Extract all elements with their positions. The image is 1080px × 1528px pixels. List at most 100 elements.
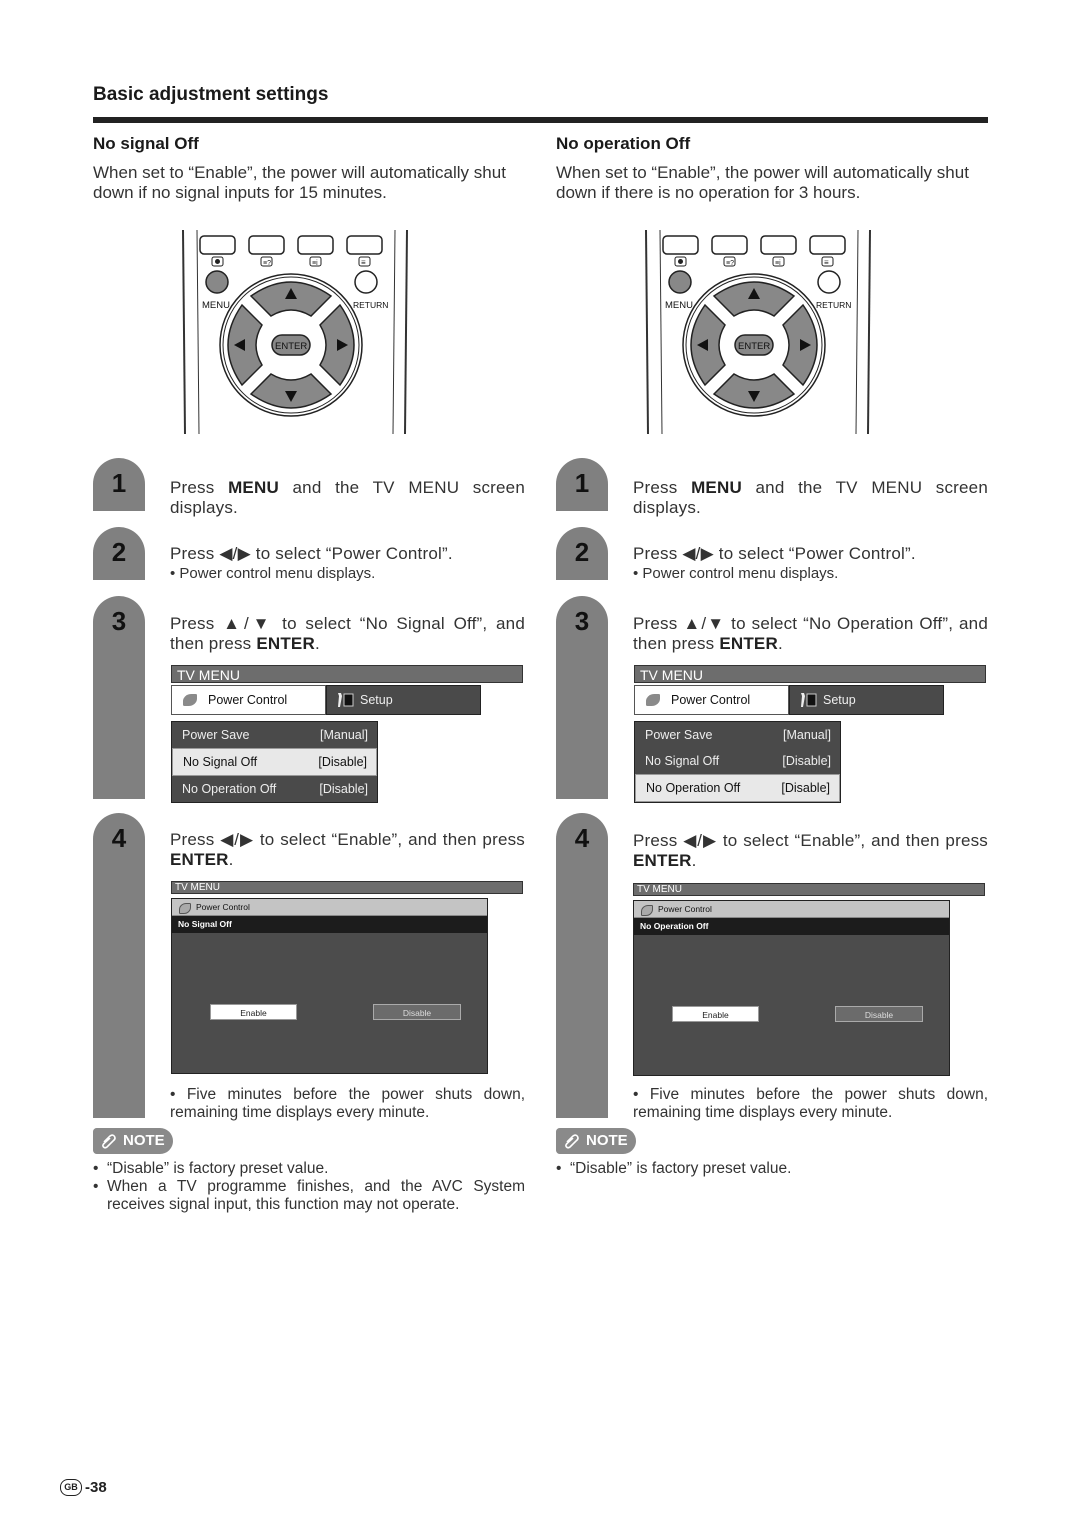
step-3-text: Press ▲/▼ to select “No Signal Off”, and… (170, 614, 525, 653)
tab-label: Power Control (671, 693, 751, 707)
color-button-3[interactable] (297, 235, 334, 255)
step-number: 2 (111, 537, 127, 567)
enable-disable-dialog: Power Control No Signal Off Enable Disab… (171, 898, 488, 1074)
step-1-text: Press MENU and the TV MENU screen displa… (633, 478, 988, 517)
return-button[interactable] (817, 270, 841, 294)
remote-control-illustration: ≡? ≡i ≡ MENU RETURN ENTER (182, 229, 408, 435)
menu-item-no-signal-off[interactable]: No Signal Off [Disable] (635, 748, 840, 774)
region-badge: GB (60, 1479, 82, 1496)
paperclip-icon (565, 1134, 579, 1149)
teletext-info-icon: ≡i (309, 256, 322, 267)
intro-text: When set to “Enable”, the power will aut… (93, 163, 506, 202)
menu-button[interactable] (668, 270, 692, 294)
color-button-4[interactable] (809, 235, 846, 255)
note-item: • “Disable” is factory preset value. (556, 1160, 988, 1178)
bullet: • (93, 1160, 99, 1177)
step-number: 1 (111, 468, 127, 498)
power-control-leaf-icon (183, 694, 197, 706)
menu-item-no-signal-off[interactable]: No Signal Off [Disable] (172, 748, 377, 776)
tab-setup[interactable]: Setup (326, 685, 481, 715)
step-4-marker: 4 (556, 813, 608, 1118)
menu-item-power-save[interactable]: Power Save [Manual] (635, 722, 840, 748)
step-2-text: Press ◀/▶ to select “Power Control”. (633, 544, 916, 563)
step-4-text: Press ◀/▶ to select “Enable”, and then p… (170, 830, 525, 869)
page-number: GB -38 (60, 1479, 107, 1496)
step-4-note: • Five minutes before the power shuts do… (633, 1086, 988, 1121)
note-text: “Disable” is factory preset value. (107, 1160, 329, 1177)
menu-label: MENU (665, 300, 693, 311)
enter-label: ENTER (738, 341, 770, 352)
color-button-1[interactable] (199, 235, 236, 255)
color-button-3[interactable] (760, 235, 797, 255)
remote-control-illustration: ≡? ≡i ≡ MENU RETURN ENTER (645, 229, 871, 435)
step-number: 4 (574, 823, 590, 853)
enable-button[interactable]: Enable (672, 1006, 759, 1022)
color-button-2[interactable] (248, 235, 285, 255)
dialog-header: Power Control (634, 901, 949, 918)
teletext-subpage-icon: ≡ (358, 256, 371, 267)
color-button-4[interactable] (346, 235, 383, 255)
step-number: 3 (111, 606, 127, 636)
color-button-1[interactable] (662, 235, 699, 255)
teletext-icon (211, 256, 224, 267)
dialog-tv-menu-bar: TV MENU (171, 881, 523, 894)
teletext-reveal-icon: ≡? (723, 256, 736, 267)
enable-button[interactable]: Enable (210, 1004, 297, 1020)
bullet: • (556, 1160, 562, 1177)
power-control-menu-list: Power Save [Manual] No Signal Off [Disable… (171, 721, 378, 803)
subsection-title: No signal Off (93, 134, 199, 153)
menu-label: MENU (202, 300, 230, 311)
step-2-text: Press ◀/▶ to select “Power Control”. (170, 544, 453, 563)
tab-setup[interactable]: Setup (789, 685, 944, 715)
teletext-info-icon: ≡i (772, 256, 785, 267)
disable-button[interactable]: Disable (835, 1006, 923, 1022)
enter-label: ENTER (275, 341, 307, 352)
svg-text:≡?: ≡? (263, 260, 271, 267)
tab-label: Power Control (208, 693, 288, 707)
note-label: NOTE (123, 1132, 165, 1149)
dialog-subheader: No Operation Off (634, 918, 949, 935)
tab-label: Setup (823, 693, 856, 707)
step-number: 4 (111, 823, 127, 853)
step-2-note: • Power control menu displays. (633, 565, 839, 582)
step-3-text: Press ▲/▼ to select “No Operation Off”, … (633, 614, 988, 653)
enable-disable-dialog: Power Control No Operation Off Enable Di… (633, 900, 950, 1076)
disable-button[interactable]: Disable (373, 1004, 461, 1020)
step-4-text: Press ◀/▶ to select “Enable”, and then p… (633, 831, 988, 870)
note-item: • “Disable” is factory preset value. (93, 1160, 525, 1178)
tv-menu-title-bar: TV MENU (634, 665, 986, 683)
setup-wrench-icon (338, 693, 354, 707)
intro-text: When set to “Enable”, the power will aut… (556, 163, 969, 202)
power-control-leaf-icon (641, 905, 653, 916)
subsection-title: No operation Off (556, 134, 691, 153)
setup-wrench-icon (801, 693, 817, 707)
note-text: “Disable” is factory preset value. (570, 1160, 792, 1177)
menu-button[interactable] (205, 270, 229, 294)
return-button[interactable] (354, 270, 378, 294)
note-label: NOTE (586, 1132, 628, 1149)
tab-power-control[interactable]: Power Control (171, 685, 326, 715)
step-1-text: Press MENU and the TV MENU screen displa… (170, 478, 525, 517)
menu-item-no-operation-off[interactable]: No Operation Off [Disable] (635, 774, 840, 802)
color-button-2[interactable] (711, 235, 748, 255)
dialog-header: Power Control (172, 899, 487, 916)
svg-text:≡?: ≡? (726, 260, 734, 267)
tv-menu-title-bar: TV MENU (171, 665, 523, 683)
step-3-marker: 3 (93, 596, 145, 799)
svg-text:≡: ≡ (824, 258, 829, 267)
step-4-note: • Five minutes before the power shuts do… (170, 1086, 525, 1121)
menu-item-power-save[interactable]: Power Save [Manual] (172, 722, 377, 748)
dialog-tv-menu-bar: TV MENU (633, 883, 985, 896)
dialog-subheader: No Signal Off (172, 916, 487, 933)
tab-power-control[interactable]: Power Control (634, 685, 789, 715)
page-number-text: -38 (85, 1479, 107, 1496)
note-badge: NOTE (93, 1128, 173, 1154)
menu-item-no-operation-off[interactable]: No Operation Off [Disable] (172, 776, 377, 802)
notes-list: • “Disable” is factory preset value. (556, 1160, 988, 1178)
svg-text:≡i: ≡i (312, 260, 318, 267)
step-2-marker: 2 (93, 527, 145, 580)
return-label: RETURN (816, 300, 851, 310)
power-control-leaf-icon (179, 903, 191, 914)
step-2-marker: 2 (556, 527, 608, 580)
paperclip-icon (102, 1134, 116, 1149)
